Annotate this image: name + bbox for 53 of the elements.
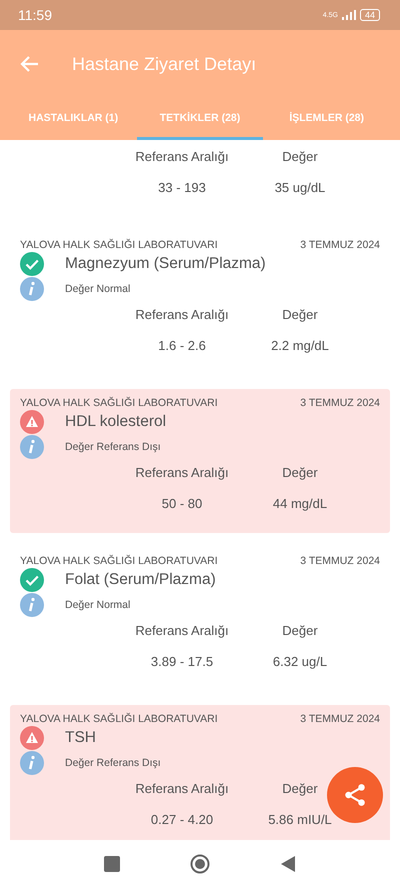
check-icon bbox=[20, 568, 44, 592]
test-name: Folat (Serum/Plazma) bbox=[65, 571, 216, 589]
signal-icon bbox=[342, 10, 356, 20]
info-icon bbox=[20, 435, 44, 459]
reference-range: 0.27 - 4.20 bbox=[150, 812, 214, 826]
result-date: 3 TEMMUZ 2024 bbox=[300, 555, 380, 567]
battery-level: 44 bbox=[360, 9, 380, 21]
lab-name: YALOVA HALK SAĞLIĞI LABORATUVARI bbox=[20, 555, 218, 567]
result-value: 5.86 mIU/L bbox=[267, 812, 333, 826]
clock: 11:59 bbox=[18, 7, 52, 23]
back-icon[interactable] bbox=[280, 856, 296, 872]
result-status: Değer Normal bbox=[65, 599, 130, 611]
result-status: Değer Referans Dışı bbox=[65, 757, 161, 769]
test-name: TSH bbox=[65, 729, 96, 747]
info-icon bbox=[20, 593, 44, 617]
home-icon[interactable] bbox=[190, 854, 210, 874]
warning-icon bbox=[20, 410, 44, 434]
check-icon bbox=[20, 252, 44, 276]
lab-name: YALOVA HALK SAĞLIĞI LABORATUVARI bbox=[20, 239, 218, 251]
result-date: 3 TEMMUZ 2024 bbox=[300, 239, 380, 251]
result-date: 3 TEMMUZ 2024 bbox=[300, 397, 380, 409]
warning-icon bbox=[20, 726, 44, 750]
lab-name: YALOVA HALK SAĞLIĞI LABORATUVARI bbox=[20, 397, 218, 409]
tab[interactable]: HASTALIKLAR (1) bbox=[10, 98, 137, 140]
test-name: Magnezyum (Serum/Plazma) bbox=[65, 255, 266, 273]
reference-range: 3.89 - 17.5 bbox=[150, 654, 214, 668]
info-icon bbox=[20, 277, 44, 301]
column-label: Referans Aralığı bbox=[134, 148, 230, 164]
result-value: 2.2 mg/dL bbox=[270, 338, 330, 352]
result-value: 35 ug/dL bbox=[274, 180, 326, 194]
column-label: Referans Aralığı bbox=[134, 464, 230, 480]
test-name: HDL kolesterol bbox=[65, 413, 166, 431]
reference-range: 50 - 80 bbox=[160, 496, 204, 510]
back-arrow-icon bbox=[20, 54, 40, 74]
column-label: Değer bbox=[281, 780, 319, 796]
column-label: Referans Aralığı bbox=[134, 306, 230, 322]
result-value: 6.32 ug/L bbox=[272, 654, 328, 668]
tab[interactable]: İŞLEMLER (28) bbox=[263, 98, 390, 140]
column-label: Değer bbox=[281, 148, 319, 164]
reference-range: 33 - 193 bbox=[157, 180, 207, 194]
column-label: Değer bbox=[281, 622, 319, 638]
info-icon bbox=[20, 751, 44, 775]
column-label: Değer bbox=[281, 464, 319, 480]
reference-range: 1.6 - 2.6 bbox=[157, 338, 207, 352]
result-value: 44 mg/dL bbox=[272, 496, 328, 510]
result-status: Değer Referans Dışı bbox=[65, 441, 161, 453]
column-label: Referans Aralığı bbox=[134, 622, 230, 638]
column-label: Referans Aralığı bbox=[134, 780, 230, 796]
screen-title: Hastane Ziyaret Detayı bbox=[72, 54, 256, 74]
result-date: 3 TEMMUZ 2024 bbox=[300, 713, 380, 725]
lab-name: YALOVA HALK SAĞLIĞI LABORATUVARI bbox=[20, 713, 218, 725]
column-label: Değer bbox=[281, 306, 319, 322]
result-status: Değer Normal bbox=[65, 283, 130, 295]
